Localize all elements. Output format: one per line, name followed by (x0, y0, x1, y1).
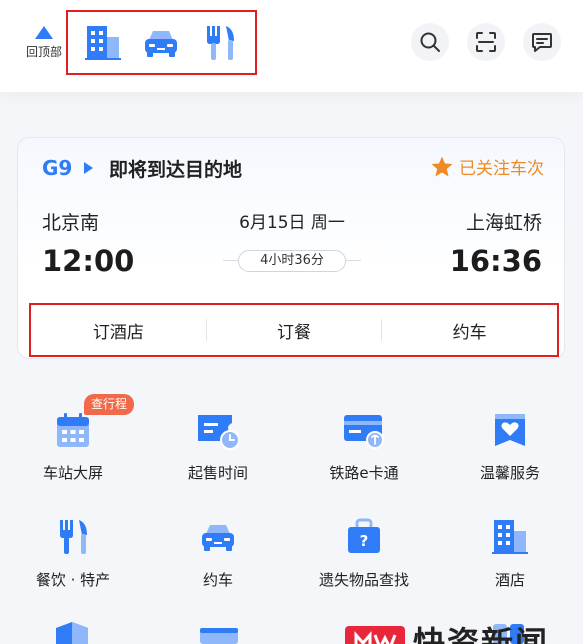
departure-time: 12:00 (42, 244, 135, 278)
top-bar: 回顶部 (0, 0, 583, 92)
train-number: G9 (42, 156, 73, 180)
trip-actions: 订酒店 订餐 约车 (29, 303, 559, 357)
service-label: 铁路e卡通 (329, 464, 399, 482)
hotel-shortcut[interactable] (81, 21, 125, 65)
service-station-screen[interactable]: 车站大屏 (0, 408, 146, 483)
building-icon (492, 520, 528, 554)
building-icon (85, 25, 122, 60)
service-label: 起售时间 (187, 464, 248, 482)
service-rail-ecard[interactable]: 铁路e卡通 (291, 408, 437, 483)
fork-knife-icon (60, 520, 87, 554)
ticket-clock-icon (198, 415, 240, 450)
trip-duration: 4小时36分 (238, 250, 346, 272)
car-icon (202, 525, 234, 551)
fork-knife-icon (206, 25, 234, 60)
arrival-time: 16:36 (449, 244, 542, 278)
search-icon (420, 32, 440, 52)
watermark: 快资新闻 (345, 618, 549, 644)
book-car-button[interactable]: 约车 (382, 318, 557, 343)
scan-icon (476, 32, 496, 52)
car-shortcut[interactable] (139, 21, 183, 65)
map-icon (56, 622, 88, 644)
service-dining[interactable]: 餐饮 · 特产 (0, 515, 146, 590)
watermark-text: 快资新闻 (413, 624, 550, 644)
train-trip-card[interactable]: G9 即将到达目的地 已关注车次 北京南 6月15日 周一 上海虹桥 12:00… (17, 137, 565, 359)
service-label: 约车 (202, 571, 233, 589)
train-screen-icon (200, 628, 238, 644)
message-icon (532, 33, 552, 52)
search-button[interactable] (411, 23, 449, 61)
up-arrow-icon (35, 26, 53, 39)
star-icon (431, 156, 453, 176)
check-itinerary-badge[interactable]: 查行程 (84, 394, 135, 415)
service-warm-service[interactable]: 温馨服务 (437, 408, 583, 483)
arrival-station: 上海虹桥 (465, 212, 542, 234)
service-hotel[interactable]: 酒店 (437, 515, 583, 590)
play-triangle-icon (84, 162, 93, 174)
service-label: 温馨服务 (479, 464, 540, 482)
svg-text:?: ? (360, 532, 369, 550)
lost-bag-icon: ? (348, 518, 380, 553)
service-label: 酒店 (494, 571, 525, 589)
back-to-top-button[interactable]: 回顶部 (20, 26, 68, 60)
scan-button[interactable] (467, 23, 505, 61)
service-label: 餐饮 · 特产 (35, 571, 111, 589)
watermark-logo-icon (345, 626, 405, 644)
card-icon (344, 415, 384, 449)
car-icon (145, 30, 178, 57)
service-label: 遗失物品查找 (318, 571, 409, 589)
trip-status: 即将到达目的地 (109, 159, 243, 181)
quick-service-icons (66, 10, 257, 75)
order-meal-button[interactable]: 订餐 (207, 318, 382, 343)
message-button[interactable] (523, 23, 561, 61)
service-label: 车站大屏 (42, 464, 103, 482)
service-sale-time[interactable]: 起售时间 (145, 408, 291, 483)
follow-train-label: 已关注车次 (459, 159, 544, 179)
calendar-icon (57, 413, 89, 447)
heart-icon (495, 414, 525, 446)
service-lost-found[interactable]: ? 遗失物品查找 (291, 515, 437, 590)
dining-shortcut[interactable] (198, 21, 242, 65)
service-car[interactable]: 约车 (145, 515, 291, 590)
back-to-top-label: 回顶部 (25, 45, 62, 59)
book-hotel-button[interactable]: 订酒店 (31, 318, 206, 343)
follow-train-button[interactable]: 已关注车次 (430, 154, 544, 179)
